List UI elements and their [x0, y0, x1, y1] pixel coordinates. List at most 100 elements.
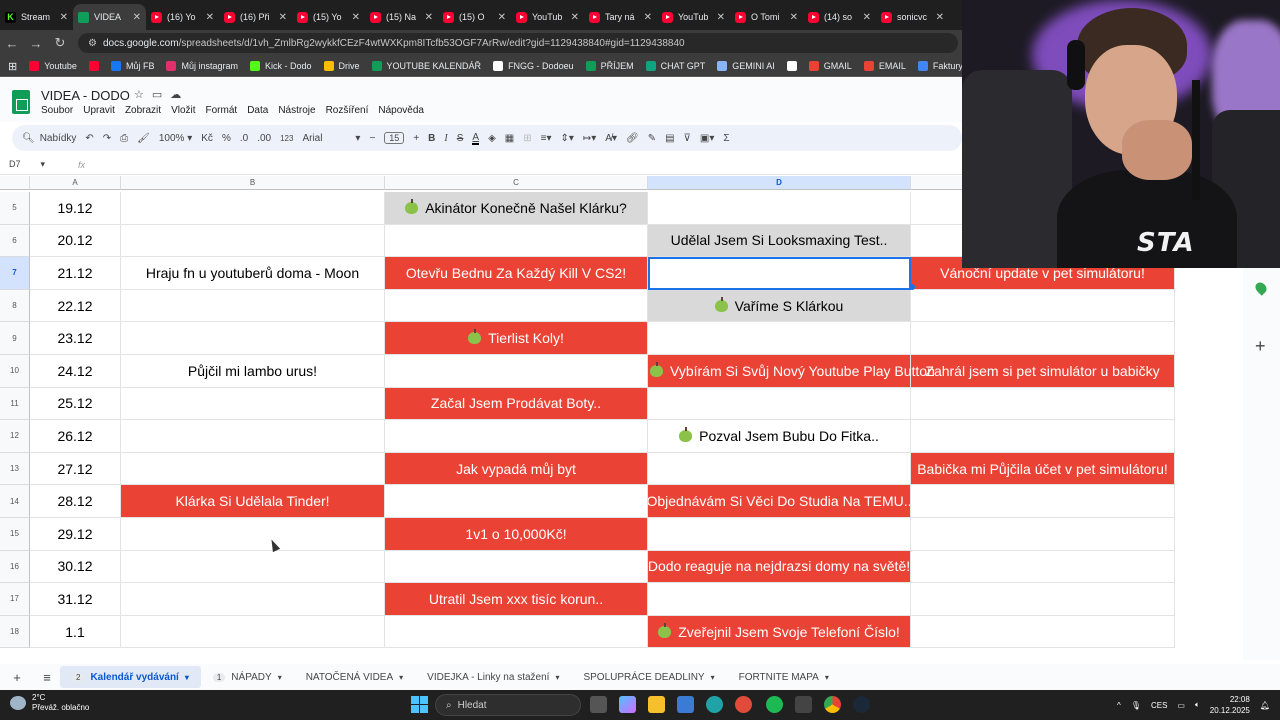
bookmark-item[interactable]: Můj FB [110, 61, 154, 71]
apps-grid-icon[interactable]: ⊞ [8, 60, 17, 73]
fill-color-icon[interactable]: ◈ [488, 133, 496, 144]
row-header[interactable]: 10 [0, 355, 30, 388]
date-cell[interactable]: 19.12 [30, 192, 121, 225]
notification-icon[interactable]: 🔔︎ [1260, 701, 1270, 710]
menu-item[interactable]: Upravit [83, 105, 115, 116]
clock[interactable]: 22:08 20.12.2025 [1210, 694, 1250, 716]
column-header[interactable]: A [30, 176, 121, 190]
video-cell[interactable]: Otevřu Bednu Za Každý Kill V CS2! [385, 257, 648, 290]
date-cell[interactable]: 28.12 [30, 485, 121, 518]
video-cell[interactable] [648, 322, 911, 355]
strikethrough-button[interactable]: S [457, 133, 464, 144]
close-tab-icon[interactable]: ✕ [936, 12, 944, 23]
browser-tab[interactable]: (16) Při ✕ [219, 4, 292, 30]
menu-item[interactable]: Nástroje [278, 105, 315, 116]
obs-icon[interactable] [735, 696, 752, 713]
merge-cells-icon[interactable]: ⊞ [523, 133, 531, 144]
video-cell[interactable] [121, 420, 385, 453]
date-cell[interactable]: 30.12 [30, 550, 121, 584]
video-cell[interactable] [648, 518, 911, 551]
menu-item[interactable]: Soubor [41, 105, 73, 116]
row-header[interactable]: 7 [0, 257, 30, 290]
name-box[interactable]: D7 ▾ [0, 159, 70, 170]
date-cell[interactable]: 31.12 [30, 583, 121, 616]
tray-overflow-icon[interactable]: ^ [1117, 701, 1121, 710]
video-cell[interactable]: Začal Jsem Prodávat Boty.. [385, 387, 648, 421]
steam-icon[interactable] [853, 696, 870, 713]
video-cell[interactable] [385, 289, 648, 323]
horizontal-align-icon[interactable]: ≡▾ [541, 133, 552, 144]
video-cell[interactable] [121, 224, 385, 258]
maps-icon[interactable] [1253, 280, 1269, 296]
video-cell[interactable] [385, 355, 648, 388]
bookmark-item[interactable]: Youtube [29, 61, 77, 71]
text-wrap-icon[interactable]: ↦▾ [583, 133, 596, 144]
sheet-tab[interactable]: VIDEJKA - Linky na stažení ▾ [415, 666, 571, 688]
sheets-logo-icon[interactable] [12, 90, 30, 114]
volume-icon[interactable]: 🔈︎ [1195, 700, 1200, 710]
browser-tab[interactable]: sonicvc ✕ [876, 4, 949, 30]
video-cell[interactable] [911, 615, 1175, 649]
dropdown-caret-icon[interactable]: ▾ [711, 673, 715, 682]
reload-icon[interactable]: ↻ [48, 35, 72, 51]
video-cell[interactable] [121, 550, 385, 584]
bookmark-item[interactable]: PŘÍJEM [585, 61, 634, 71]
column-header[interactable]: D [648, 176, 911, 190]
italic-button[interactable]: I [444, 133, 447, 144]
video-cell[interactable] [911, 583, 1175, 616]
date-cell[interactable]: 25.12 [30, 387, 121, 421]
video-cell[interactable] [385, 224, 648, 258]
filter-views-icon[interactable]: ▣▾ [700, 133, 714, 144]
row-header[interactable]: 15 [0, 518, 30, 551]
date-cell[interactable]: 23.12 [30, 322, 121, 355]
close-tab-icon[interactable]: ✕ [352, 12, 360, 23]
windows-start-icon[interactable] [411, 696, 428, 713]
cloud-status-icon[interactable]: ☁ [170, 88, 181, 101]
date-cell[interactable]: 26.12 [30, 420, 121, 453]
bookmark-item[interactable]: CHAT GPT [645, 61, 705, 71]
bookmark-item[interactable]: Kick - Dodo [249, 61, 312, 71]
video-cell[interactable]: Pozval Jsem Bubu Do Fitka.. [648, 420, 911, 453]
video-cell[interactable]: Klárka Si Udělala Tinder! [121, 485, 385, 518]
number-format-button[interactable]: 123 [280, 134, 293, 143]
close-tab-icon[interactable]: ✕ [863, 12, 871, 23]
address-bar[interactable]: ⚙ docs.google.com/spreadsheets/d/1vh_Zml… [78, 33, 958, 53]
browser-tab[interactable]: VIDEA ✕ [73, 4, 146, 30]
close-tab-icon[interactable]: ✕ [717, 12, 725, 23]
close-tab-icon[interactable]: ✕ [644, 12, 652, 23]
dropdown-caret-icon[interactable]: ▾ [278, 673, 282, 682]
video-cell[interactable] [911, 322, 1175, 355]
video-cell[interactable]: Jak vypadá můj byt [385, 452, 648, 486]
date-cell[interactable]: 21.12 [30, 257, 121, 290]
row-header[interactable]: 18 [0, 615, 30, 649]
close-tab-icon[interactable]: ✕ [571, 12, 579, 23]
undo-icon[interactable]: ↶ [85, 133, 93, 144]
document-title[interactable]: VIDEA - DODO [41, 88, 130, 103]
video-cell[interactable] [648, 387, 911, 421]
back-icon[interactable]: ← [0, 36, 24, 51]
insert-chart-icon[interactable]: ▤ [665, 133, 674, 144]
bookmark-item[interactable]: Můj instagram [166, 61, 238, 71]
video-cell[interactable] [385, 485, 648, 518]
currency-format-button[interactable]: Kč [201, 133, 213, 144]
video-cell[interactable]: Akinátor Konečně Našel Klárku? [385, 192, 648, 225]
menu-item[interactable]: Rozšíření [326, 105, 369, 116]
photos-icon[interactable] [677, 696, 694, 713]
text-rotation-icon[interactable]: A̸▾ [605, 133, 617, 144]
sheet-tab[interactable]: FORTNITE MAPA ▾ [727, 666, 841, 688]
video-cell[interactable]: Zahrál jsem si pet simulátor u babičky [911, 355, 1175, 388]
borders-icon[interactable]: ▦ [505, 133, 514, 144]
sheet-tab[interactable]: SPOLUPRÁCE DEADLINY ▾ [571, 666, 726, 688]
copilot-icon[interactable] [619, 696, 636, 713]
font-size-input[interactable]: 15 [384, 132, 405, 144]
print-icon[interactable]: ⎙ [120, 133, 128, 144]
bookmark-item[interactable]: Drive [323, 61, 360, 71]
row-header[interactable]: 16 [0, 550, 30, 584]
video-cell[interactable]: Zveřejnil Jsem Svoje Telefoní Číslo! [648, 615, 911, 649]
video-cell[interactable]: Udělal Jsem Si Looksmaxing Test.. [648, 224, 911, 258]
menu-item[interactable]: Zobrazit [125, 105, 161, 116]
close-tab-icon[interactable]: ✕ [60, 12, 68, 23]
date-cell[interactable]: 20.12 [30, 224, 121, 258]
browser-tab[interactable]: O Tomi ✕ [730, 4, 803, 30]
sheet-tab[interactable]: NATOČENÁ VIDEA ▾ [294, 666, 415, 688]
